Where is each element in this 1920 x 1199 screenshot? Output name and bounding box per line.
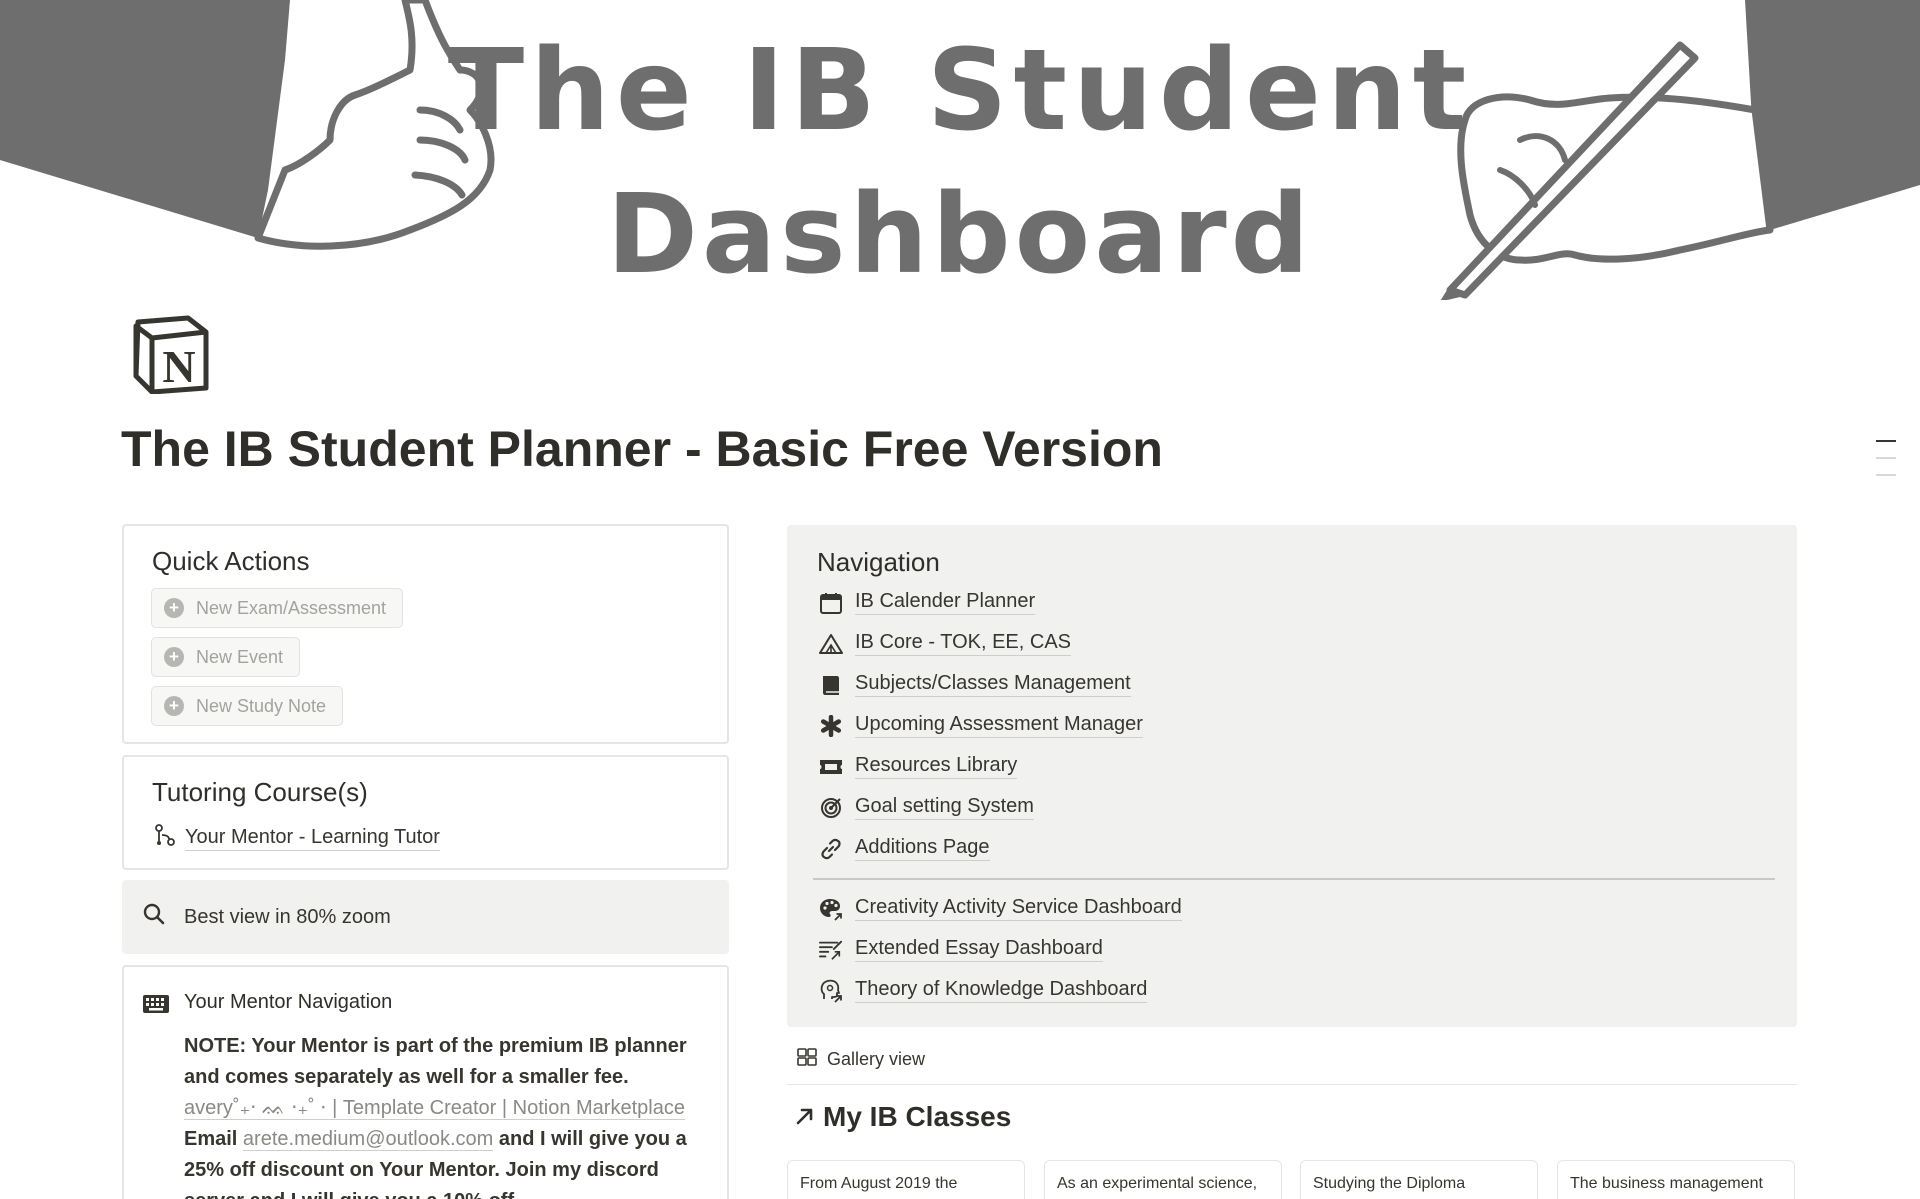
svg-text:N: N <box>162 341 195 392</box>
gallery-card[interactable]: From August 2019 the <box>787 1160 1025 1199</box>
mentor-note-2: Email <box>184 1128 243 1150</box>
nav-label: Resources Library <box>855 754 1018 779</box>
nav-subjects-classes[interactable]: Subjects/Classes Management <box>819 672 1131 697</box>
mentor-note-1: NOTE: Your Mentor is part of the premium… <box>184 1035 687 1088</box>
head-icon <box>819 979 843 1003</box>
zoom-callout-text: Best view in 80% zoom <box>184 905 391 928</box>
nav-goal-setting[interactable]: Goal setting System <box>819 795 1034 820</box>
zoom-callout: Best view in 80% zoom <box>122 880 729 954</box>
asterisk-icon <box>819 714 843 738</box>
gallery-card-text: The business management <box>1570 1175 1763 1192</box>
triangle-icon <box>819 632 843 656</box>
tutoring-title: Tutoring Course(s) <box>152 777 368 807</box>
route-icon <box>153 823 177 853</box>
toc-line[interactable] <box>1876 440 1896 442</box>
grid-icon <box>797 1048 817 1071</box>
new-exam-button[interactable]: + New Exam/Assessment <box>151 588 404 628</box>
new-study-note-button[interactable]: + New Study Note <box>151 686 344 726</box>
gallery-card[interactable]: As an experimental science, <box>1044 1160 1282 1199</box>
nav-label: IB Core - TOK, EE, CAS <box>855 631 1071 656</box>
nav-label: Subjects/Classes Management <box>855 672 1131 697</box>
navigation-title: Navigation <box>817 547 940 577</box>
nav-label: Extended Essay Dashboard <box>855 937 1103 962</box>
your-mentor-link[interactable]: Your Mentor - Learning Tutor <box>153 823 440 853</box>
nav-cas-dashboard[interactable]: Creativity Activity Service Dashboard <box>819 896 1182 921</box>
keyboard-icon <box>142 993 170 1020</box>
arrow-up-right-icon <box>795 1101 815 1133</box>
toc-line[interactable] <box>1876 474 1896 476</box>
email-link[interactable]: arete.medium@outlook.com <box>242 1128 494 1151</box>
nav-label: Goal setting System <box>855 795 1034 820</box>
gallery-card-text: As an experimental science, <box>1057 1175 1258 1192</box>
nav-ee-dashboard[interactable]: Extended Essay Dashboard <box>819 937 1103 962</box>
nav-resources-library[interactable]: Resources Library <box>819 754 1018 779</box>
cover-title-line1: The IB Student <box>447 26 1473 156</box>
search-icon <box>142 902 166 932</box>
link-icon <box>819 837 843 861</box>
gallery-card-text: Studying the Diploma <box>1313 1175 1466 1192</box>
gallery-card-text: From August 2019 the <box>800 1175 958 1192</box>
new-study-note-label: New Study Note <box>196 695 327 716</box>
plus-circle-icon: + <box>164 598 184 618</box>
nav-label: Additions Page <box>855 836 990 861</box>
nav-tok-dashboard[interactable]: Theory of Knowledge Dashboard <box>819 978 1148 1003</box>
toc-line[interactable] <box>1876 457 1896 459</box>
notion-logo-icon[interactable]: N <box>132 314 210 395</box>
book-icon <box>819 673 843 697</box>
table-of-contents-indicator[interactable] <box>1876 440 1896 491</box>
nav-label: Theory of Knowledge Dashboard <box>855 978 1148 1003</box>
quick-actions-card: Quick Actions + New Exam/Assessment + Ne… <box>122 524 729 744</box>
cover-title-line2: Dashboard <box>606 170 1314 298</box>
nav-ib-core[interactable]: IB Core - TOK, EE, CAS <box>819 631 1071 656</box>
tutoring-card: Tutoring Course(s) Your Mentor - Learnin… <box>122 755 729 870</box>
navigation-panel: Navigation IB Calender Planner IB Core -… <box>787 525 1797 1027</box>
nav-label: Creativity Activity Service Dashboard <box>855 896 1182 921</box>
plus-circle-icon: + <box>164 647 184 667</box>
cover-banner: The IB Student Dashboard <box>0 0 1920 300</box>
navigation-divider <box>813 878 1775 880</box>
template-creator-link[interactable]: avery˚₊‧ ᨐ ‧₊˚ ⋅ | Template Creator | No… <box>184 1097 685 1120</box>
new-exam-label: New Exam/Assessment <box>196 597 387 618</box>
new-event-label: New Event <box>196 646 284 667</box>
mentor-navigation-title: Your Mentor Navigation <box>184 991 393 1013</box>
nav-additions-page[interactable]: Additions Page <box>819 836 990 861</box>
ticket-icon <box>819 755 843 779</box>
gallery-card[interactable]: The business management <box>1557 1160 1795 1199</box>
gallery-view-tab[interactable]: Gallery view <box>797 1048 925 1071</box>
gallery-card[interactable]: Studying the Diploma <box>1300 1160 1538 1199</box>
your-mentor-label: Your Mentor - Learning Tutor <box>185 826 440 851</box>
new-event-button[interactable]: + New Event <box>151 637 301 677</box>
page-title: The IB Student Planner - Basic Free Vers… <box>121 421 1163 477</box>
mentor-note-text: NOTE: Your Mentor is part of the premium… <box>184 1031 714 1199</box>
nav-label: Upcoming Assessment Manager <box>855 713 1143 738</box>
palette-icon <box>819 897 843 921</box>
nav-upcoming-assessment[interactable]: Upcoming Assessment Manager <box>819 713 1143 738</box>
plus-circle-icon: + <box>164 696 184 716</box>
quick-actions-title: Quick Actions <box>152 546 310 576</box>
gallery-view-label: Gallery view <box>827 1049 926 1069</box>
gallery-divider <box>787 1084 1797 1085</box>
nav-label: IB Calender Planner <box>855 590 1036 615</box>
mentor-navigation-callout: Your Mentor Navigation NOTE: Your Mentor… <box>122 965 729 1199</box>
text-lines-icon <box>819 938 843 962</box>
nav-ib-calendar-planner[interactable]: IB Calender Planner <box>819 590 1036 615</box>
my-ib-classes-label: My IB Classes <box>823 1101 1012 1132</box>
calendar-icon <box>819 591 843 615</box>
target-icon <box>819 796 843 820</box>
my-ib-classes-title[interactable]: My IB Classes <box>795 1101 1011 1133</box>
